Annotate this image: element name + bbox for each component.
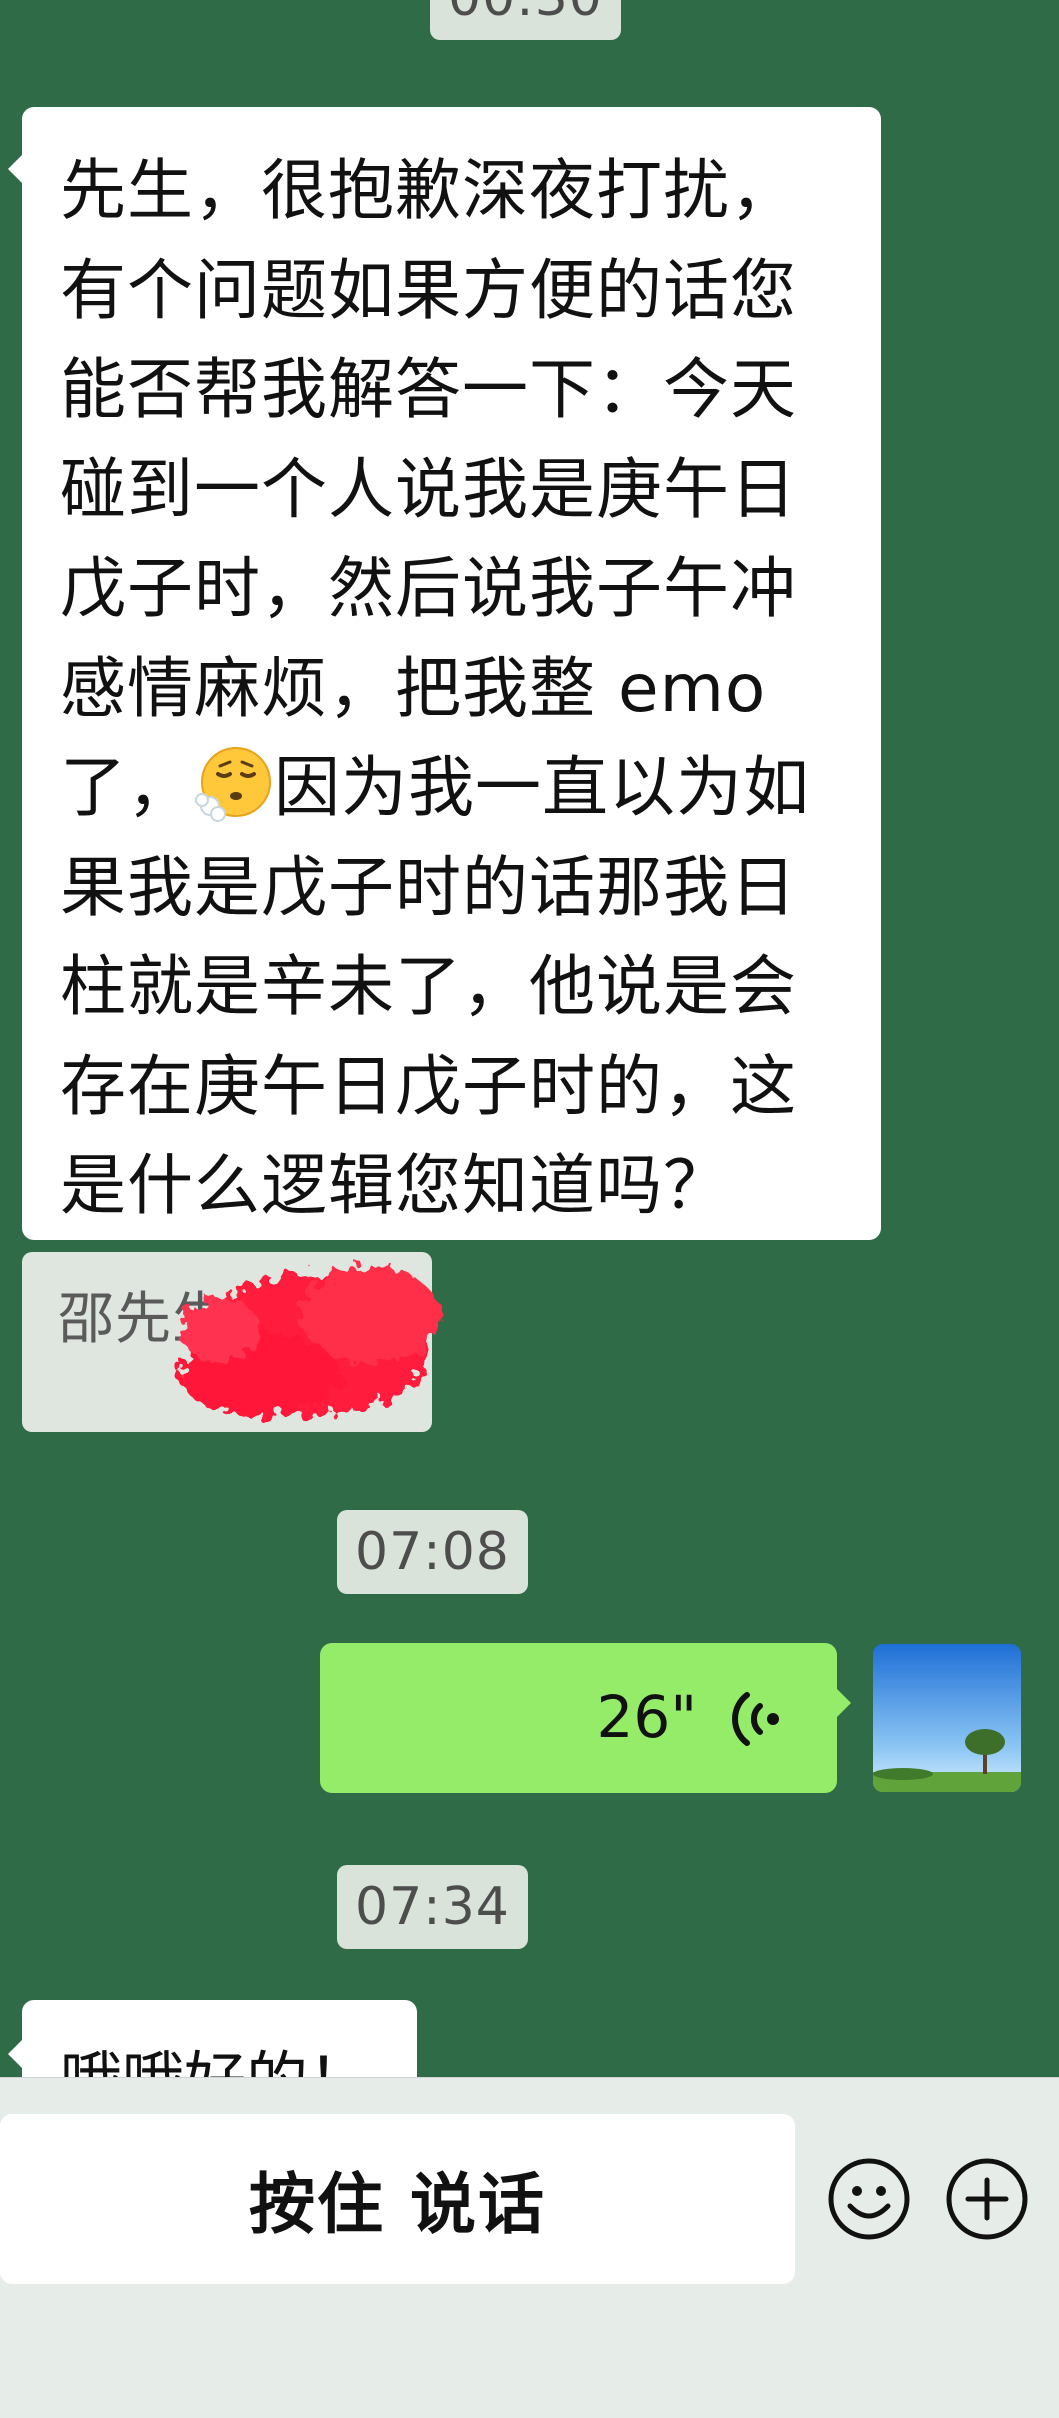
timestamp: 00:30	[430, 0, 621, 40]
sighing-face-emoji-icon	[195, 747, 271, 822]
timestamp: 07:34	[337, 1865, 528, 1949]
avatar[interactable]	[873, 1644, 1021, 1792]
plus-circle-icon[interactable]	[944, 2156, 1030, 2242]
timestamp: 07:08	[337, 1510, 528, 1594]
message-text: 先生，很抱歉深夜打扰， 有个问题如果方便的话您 能否帮我解答一下：今天 碰到一个…	[60, 141, 860, 1236]
hold-to-talk-button[interactable]: 按住 说话	[0, 2114, 795, 2284]
message-text-part-1: 先生，很抱歉深夜打扰， 有个问题如果方便的话您 能否帮我解答一下：今天 碰到一个…	[60, 152, 797, 826]
voice-wave-icon	[732, 1692, 779, 1746]
voice-message-bubble[interactable]: 26"	[320, 1643, 851, 1793]
message-text: 哦哦好的！	[60, 2030, 370, 2077]
incoming-message-bubble[interactable]: 哦哦好的！	[8, 2000, 417, 2077]
voice-duration: 26"	[596, 1683, 697, 1751]
chat-input-bar: 按住 说话	[0, 2077, 1059, 2418]
redaction-scribble	[180, 1267, 440, 1417]
smiley-face-icon[interactable]	[826, 2156, 912, 2242]
incoming-message-bubble[interactable]: 先生，很抱歉深夜打扰， 有个问题如果方便的话您 能否帮我解答一下：今天 碰到一个…	[8, 107, 881, 1240]
chat-area[interactable]: 00:30 先生，很抱歉深夜打扰， 有个问题如果方便的话您 能否帮我解答一下：今…	[0, 0, 1059, 2077]
